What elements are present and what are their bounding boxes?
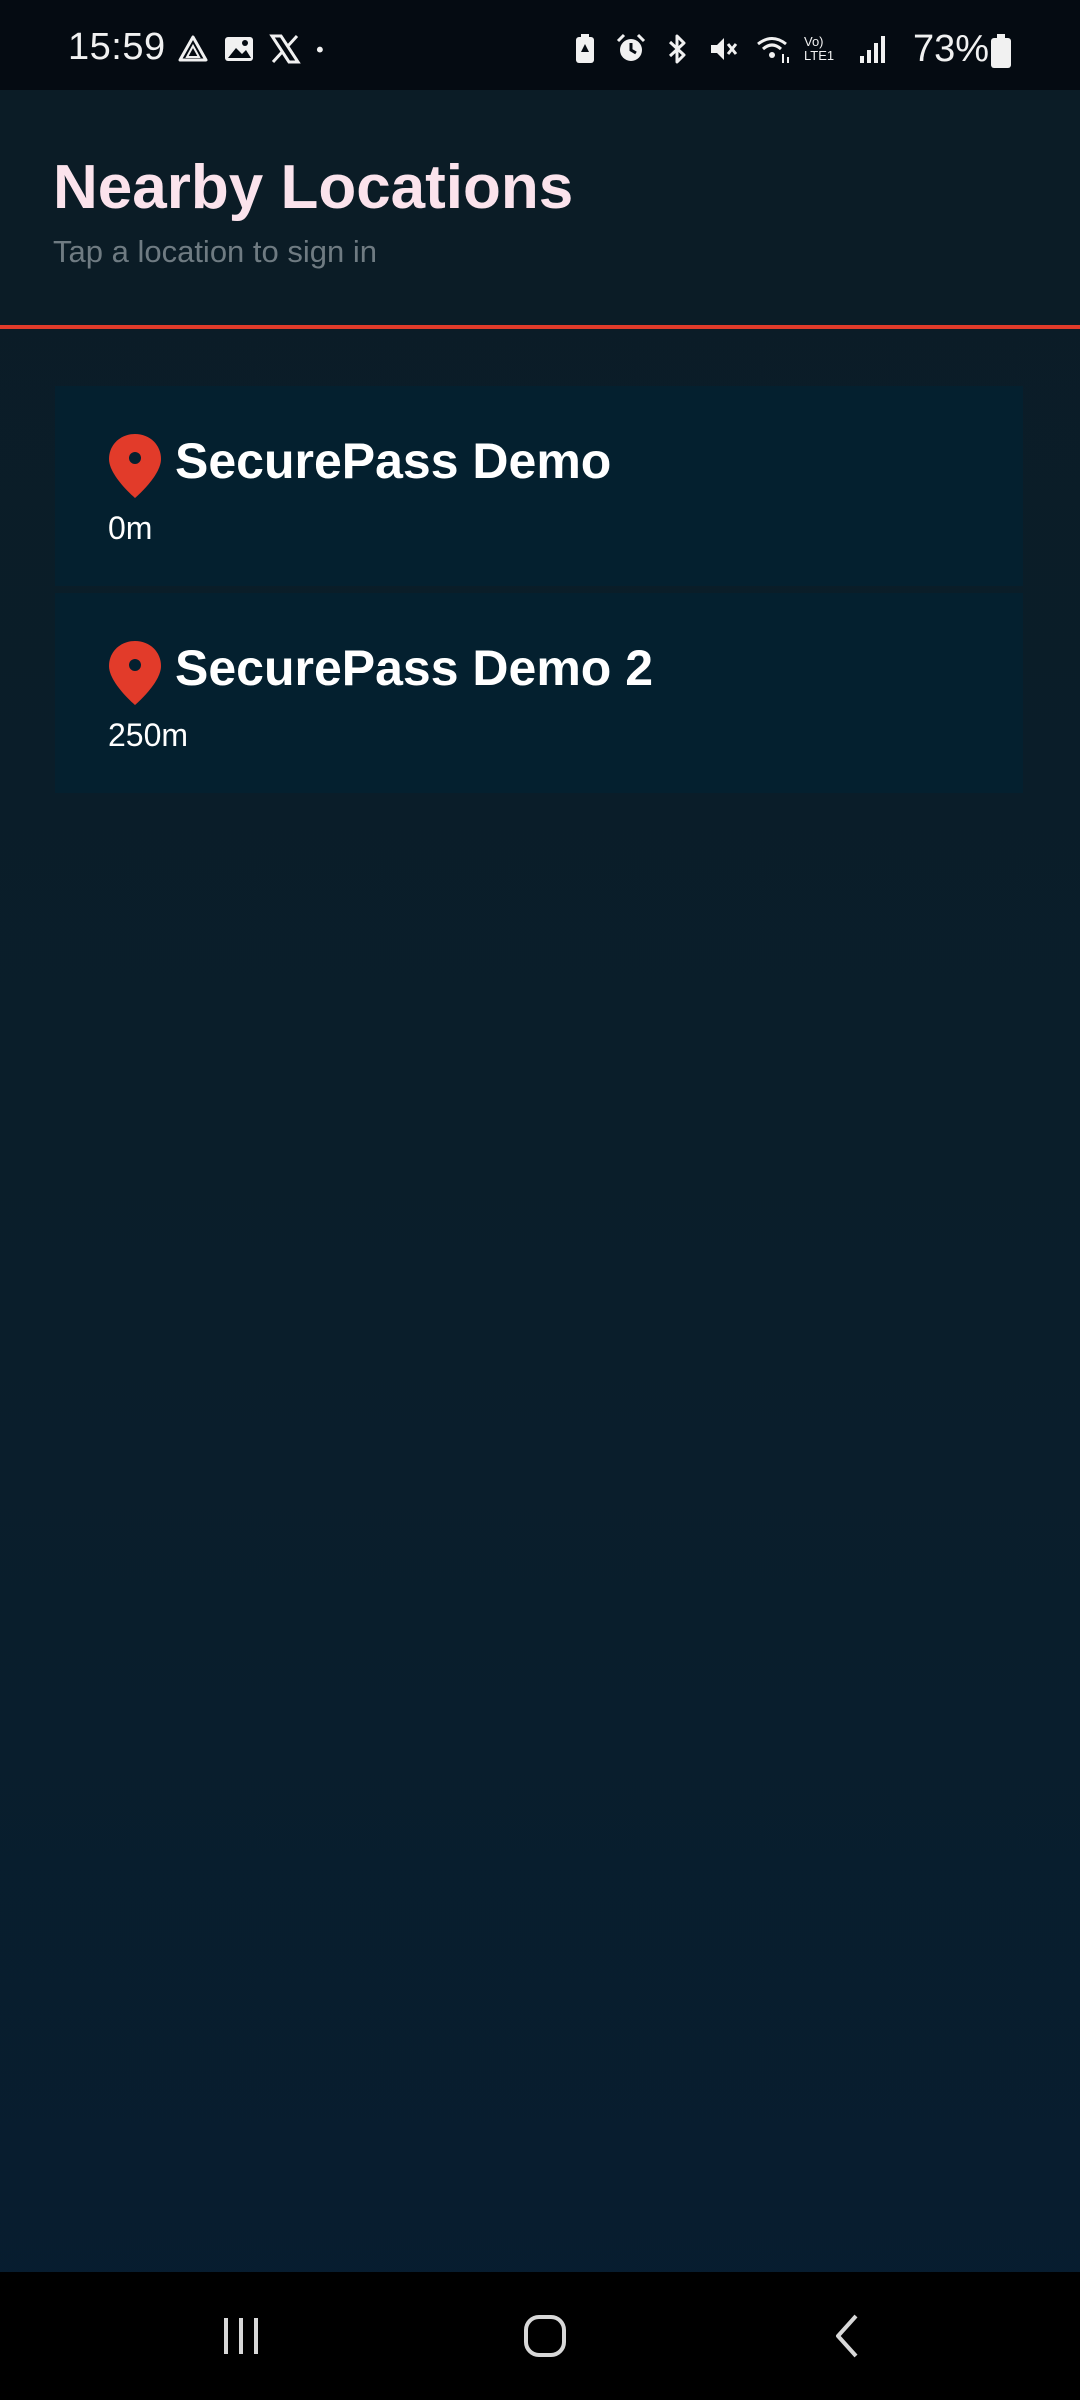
volte-indicator: Vo) LTE1: [804, 34, 835, 63]
recent-apps-icon[interactable]: [210, 2304, 274, 2368]
bluetooth-icon: [668, 34, 686, 64]
location-item[interactable]: SecurePass Demo 2 250m: [55, 593, 1023, 793]
map-pin-icon: [109, 434, 161, 498]
image-icon: [225, 37, 253, 61]
wifi-icon: [757, 37, 789, 63]
mute-icon: [711, 38, 738, 60]
location-distance: 250m: [108, 717, 189, 753]
battery-saver-icon: [576, 34, 594, 63]
page-header: Nearby Locations Tap a location to sign …: [0, 90, 1080, 326]
screen: 15:59 Vo) LTE1 73% Nearby Locations Tap …: [0, 0, 1080, 2400]
location-item[interactable]: SecurePass Demo 0m: [55, 386, 1023, 586]
status-left-icons: [176, 32, 334, 66]
navigation-bar: [0, 2272, 1080, 2400]
header-divider: [0, 325, 1080, 329]
location-distance: 0m: [108, 510, 153, 546]
back-icon[interactable]: [816, 2304, 880, 2368]
home-icon[interactable]: [513, 2304, 577, 2368]
dot-icon: [316, 46, 323, 53]
status-time: 15:59: [68, 26, 166, 68]
alarm-icon: [616, 33, 646, 61]
location-name: SecurePass Demo: [175, 433, 612, 489]
map-pin-icon: [109, 641, 161, 705]
status-bar: 15:59 Vo) LTE1 73%: [0, 0, 1080, 90]
x-logo-icon: [269, 34, 301, 64]
battery-icon: [991, 34, 1011, 68]
triangle-app-icon: [178, 35, 208, 62]
location-list: SecurePass Demo 0m SecurePass Demo 2 250…: [55, 386, 1023, 800]
page-subtitle: Tap a location to sign in: [53, 234, 377, 269]
page-title: Nearby Locations: [53, 153, 574, 222]
signal-icon: [860, 36, 885, 63]
status-right-icons: Vo) LTE1: [568, 32, 890, 66]
location-name: SecurePass Demo 2: [175, 640, 654, 696]
battery-percent: 73%: [913, 28, 990, 70]
